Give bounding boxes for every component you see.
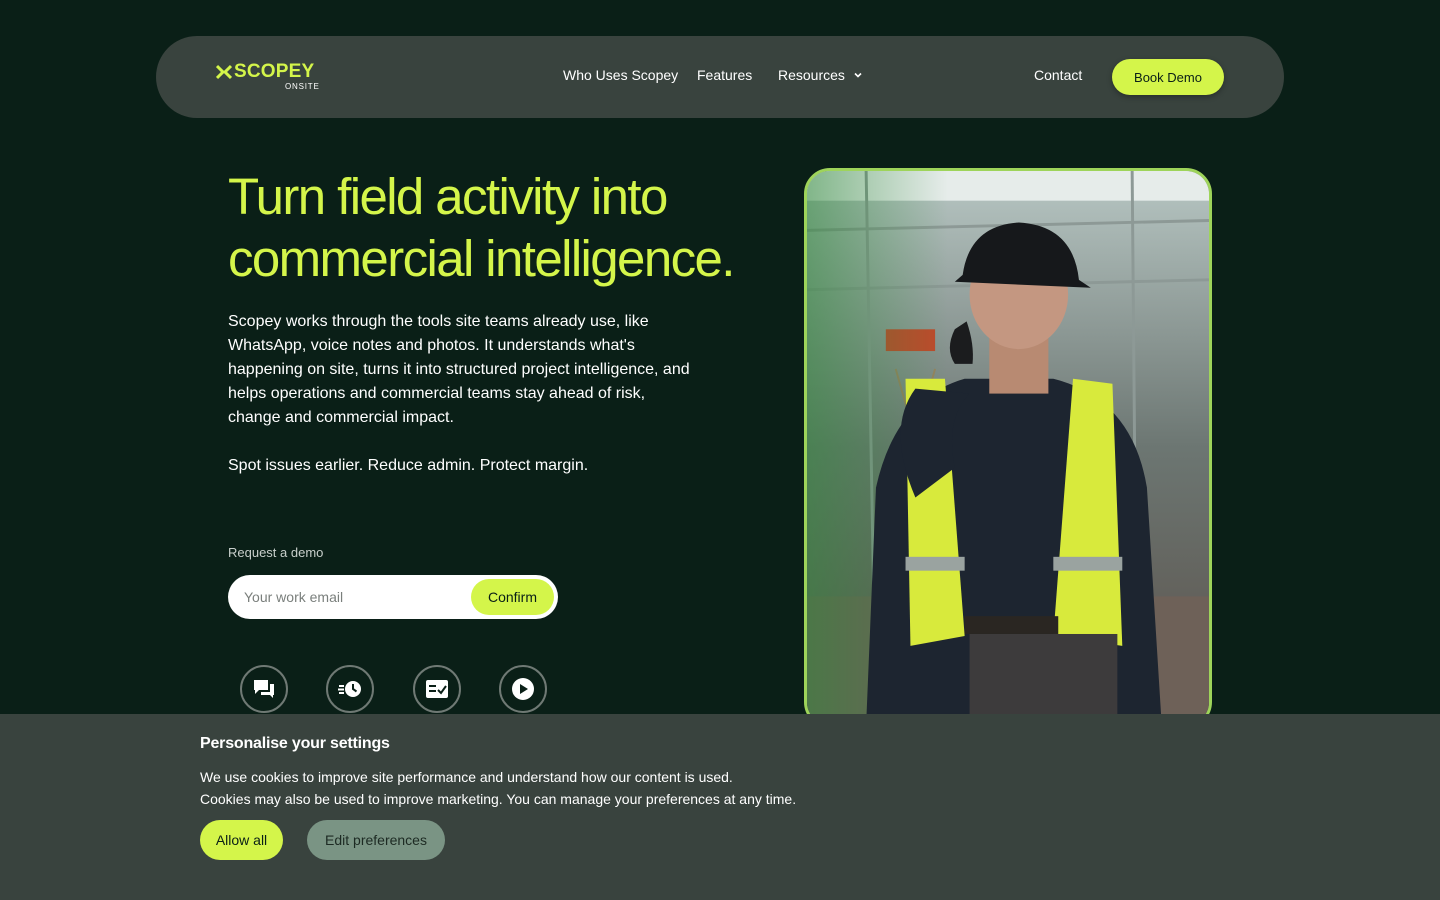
logo-wordmark: SCOPEY xyxy=(234,61,315,82)
hero-headline: Turn field activity into commercial inte… xyxy=(228,166,788,290)
nav-link-features[interactable]: Features xyxy=(697,67,752,83)
hero-headline-line2: commercial intelligence. xyxy=(228,230,735,287)
chat-icon xyxy=(254,680,274,698)
work-email-input[interactable] xyxy=(244,587,464,607)
fast-clock-icon xyxy=(338,681,361,697)
hero-tagline: Spot issues earlier. Reduce admin. Prote… xyxy=(228,457,589,474)
edit-preferences-button[interactable]: Edit preferences xyxy=(307,820,445,860)
chevron-down-icon[interactable] xyxy=(853,70,863,80)
allow-all-cookies-button[interactable]: Allow all xyxy=(200,820,283,860)
nav-link-contact[interactable]: Contact xyxy=(1034,67,1082,83)
top-navigation: SCOPEY ONSITE Who Uses Scopey Features R… xyxy=(156,36,1284,118)
construction-worker-illustration xyxy=(807,171,1209,725)
checklist-icon xyxy=(426,680,448,698)
video-feature-button[interactable] xyxy=(499,665,547,713)
cookie-banner: Personalise your settings We use cookies… xyxy=(0,714,1440,900)
hero-description: Scopey works through the tools site team… xyxy=(228,313,690,426)
book-demo-button[interactable]: Book Demo xyxy=(1112,59,1224,95)
cookie-text-line1: We use cookies to improve site performan… xyxy=(200,769,733,785)
demo-request-form: Confirm xyxy=(228,575,558,619)
logo-x-icon xyxy=(216,64,232,80)
hero-headline-line1: Turn field activity into xyxy=(228,168,668,225)
logo[interactable]: SCOPEY ONSITE xyxy=(216,61,326,93)
confirm-button[interactable]: Confirm xyxy=(471,579,554,615)
cookie-title: Personalise your settings xyxy=(200,735,390,752)
cookie-text-line2: Cookies may also be used to improve mark… xyxy=(200,791,797,807)
hero-photo-construction-worker xyxy=(804,168,1212,728)
history-feature-button[interactable] xyxy=(326,665,374,713)
play-icon xyxy=(512,678,534,700)
nav-link-who-uses[interactable]: Who Uses Scopey xyxy=(563,67,678,83)
chat-feature-button[interactable] xyxy=(240,665,288,713)
nav-link-resources[interactable]: Resources xyxy=(778,67,845,83)
request-demo-label: Request a demo xyxy=(228,545,324,560)
logo-subtitle: ONSITE xyxy=(285,82,320,91)
checklist-feature-button[interactable] xyxy=(413,665,461,713)
